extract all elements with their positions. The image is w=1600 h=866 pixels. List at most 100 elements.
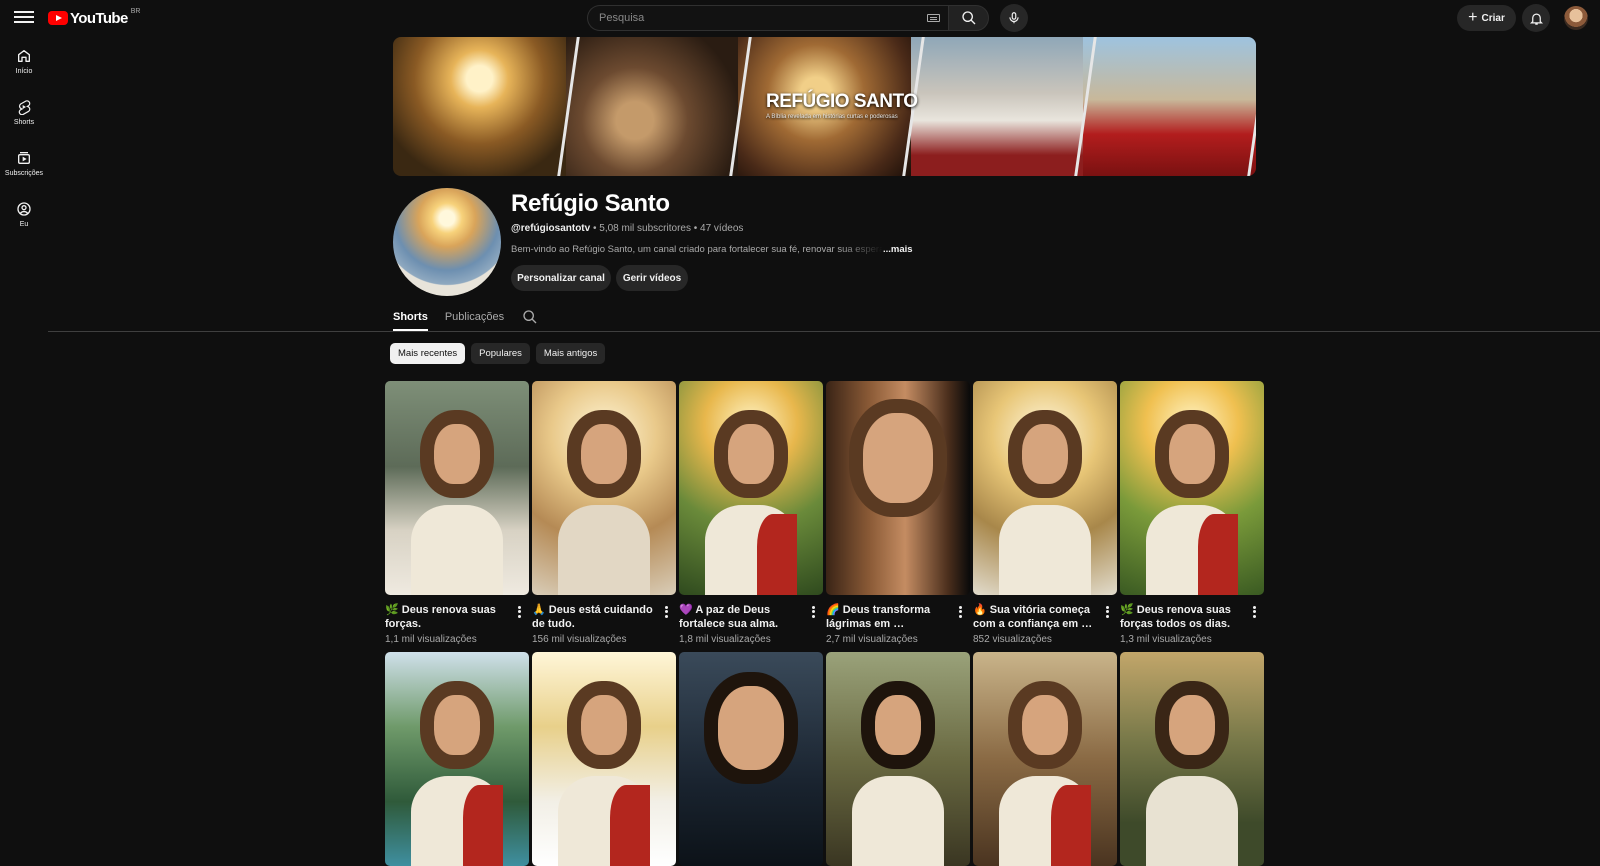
short-views: 2,7 mil visualizações (826, 634, 918, 645)
short-views: 1,8 mil visualizações (679, 634, 771, 645)
subscriptions-icon (18, 152, 30, 164)
description-text: Bem-vindo ao Refúgio Santo, um canal cri… (511, 244, 883, 255)
user-circle-icon (17, 202, 31, 216)
banner-image (1083, 37, 1256, 176)
youtube-logo[interactable]: YouTube BR (48, 7, 141, 27)
short-thumbnail[interactable] (385, 652, 529, 866)
more-actions-icon[interactable] (807, 604, 819, 618)
search-input[interactable] (587, 5, 948, 31)
sidebar-item-home[interactable]: Início (0, 36, 48, 87)
search-icon[interactable] (522, 309, 538, 325)
more-actions-icon[interactable] (513, 604, 525, 618)
short-item: 🌿 Deus renova suas forças. 1,1 mil visua… (385, 381, 529, 645)
sidebar-item-label: Início (15, 68, 33, 75)
video-count: 47 vídeos (700, 223, 744, 234)
shorts-icon (18, 100, 31, 115)
channel-meta: @refúgiosantotv • 5,08 mil subscritores … (511, 223, 743, 234)
banner-text: REFÚGIO SANTO A Bíblia revelada em histó… (766, 91, 966, 120)
channel-description[interactable]: Bem-vindo ao Refúgio Santo, um canal cri… (511, 244, 913, 255)
sidebar-item-subscriptions[interactable]: Subscrições (0, 138, 48, 189)
more-actions-icon[interactable] (954, 604, 966, 618)
banner-image (393, 37, 566, 176)
sidebar-item-you[interactable]: Eu (0, 189, 48, 240)
tabs-divider (48, 331, 1600, 332)
short-title[interactable]: 💜 A paz de Deus fortalece sua alma. (679, 603, 803, 631)
search-button[interactable] (948, 5, 989, 31)
short-item (826, 652, 970, 866)
subscriber-count: 5,08 mil subscritores (599, 223, 691, 234)
sidebar: Início Shorts Subscrições Eu (0, 36, 48, 240)
tab-shorts[interactable]: Shorts (393, 303, 428, 331)
sidebar-item-label: Subscrições (4, 170, 44, 177)
create-label: Criar (1481, 12, 1505, 24)
short-thumbnail[interactable] (385, 381, 529, 595)
short-item (973, 652, 1117, 866)
short-thumbnail[interactable] (532, 652, 676, 866)
short-item: 🌿 Deus renova suas forças todos os dias.… (1120, 381, 1264, 645)
short-title[interactable]: 🔥 Sua vitória começa com a confiança em … (973, 603, 1097, 631)
voice-search-button[interactable] (1000, 4, 1028, 32)
menu-icon[interactable] (14, 8, 34, 28)
short-thumbnail[interactable] (826, 652, 970, 866)
logo-text: YouTube (70, 9, 128, 27)
short-title[interactable]: 🌿 Deus renova suas forças. (385, 603, 509, 631)
more-link[interactable]: ...mais (883, 244, 913, 255)
short-views: 1,1 mil visualizações (385, 634, 477, 645)
tab-posts[interactable]: Publicações (445, 303, 504, 331)
short-views: 1,3 mil visualizações (1120, 634, 1212, 645)
short-thumbnail[interactable] (826, 381, 970, 595)
short-title[interactable]: 🌈 Deus transforma lágrimas em … (826, 603, 950, 631)
country-code: BR (130, 7, 141, 15)
short-item (532, 652, 676, 866)
chip-oldest[interactable]: Mais antigos (535, 343, 606, 364)
chip-latest[interactable]: Mais recentes (390, 343, 466, 364)
keyboard-icon[interactable] (927, 14, 940, 22)
short-item: 💜 A paz de Deus fortalece sua alma. 1,8 … (679, 381, 823, 645)
top-bar: YouTube BR + Criar (0, 0, 1600, 36)
sidebar-item-label: Eu (19, 221, 29, 228)
short-title[interactable]: 🙏 Deus está cuidando de tudo. (532, 603, 656, 631)
bell-icon (1529, 13, 1543, 25)
channel-banner: REFÚGIO SANTO A Bíblia revelada em histó… (393, 37, 1256, 176)
banner-subtitle: A Bíblia revelada em histórias curtas e … (766, 114, 898, 120)
short-item (1120, 652, 1264, 866)
short-item: 🙏 Deus está cuidando de tudo. 156 mil vi… (532, 381, 676, 645)
sidebar-item-label: Shorts (13, 119, 35, 126)
manage-videos-button[interactable]: Gerir vídeos (616, 265, 688, 291)
search-icon (961, 11, 975, 25)
short-thumbnail[interactable] (679, 381, 823, 595)
short-thumbnail[interactable] (973, 381, 1117, 595)
notifications-button[interactable] (1522, 4, 1550, 32)
more-actions-icon[interactable] (1101, 604, 1113, 618)
short-thumbnail[interactable] (1120, 381, 1264, 595)
short-thumbnail[interactable] (532, 381, 676, 595)
home-icon (18, 50, 30, 62)
short-item (385, 652, 529, 866)
short-thumbnail[interactable] (679, 652, 823, 866)
youtube-play-icon (48, 11, 68, 25)
more-actions-icon[interactable] (1248, 604, 1260, 618)
short-title[interactable]: 🌿 Deus renova suas forças todos os dias. (1120, 603, 1244, 631)
sidebar-item-shorts[interactable]: Shorts (0, 87, 48, 138)
microphone-icon (1009, 12, 1019, 24)
sort-chips: Mais recentes Populares Mais antigos (390, 343, 611, 364)
more-actions-icon[interactable] (660, 604, 672, 618)
short-thumbnail[interactable] (973, 652, 1117, 866)
short-item: 🔥 Sua vitória começa com a confiança em … (973, 381, 1117, 645)
chip-popular[interactable]: Populares (471, 343, 530, 364)
short-views: 156 mil visualizações (532, 634, 627, 645)
user-avatar[interactable] (1564, 6, 1588, 30)
customize-channel-button[interactable]: Personalizar canal (511, 265, 611, 291)
plus-icon: + (1468, 9, 1478, 26)
channel-handle: @refúgiosantotv (511, 223, 591, 234)
short-thumbnail[interactable] (1120, 652, 1264, 866)
short-item: 🌈 Deus transforma lágrimas em … 2,7 mil … (826, 381, 970, 645)
create-button[interactable]: + Criar (1457, 5, 1516, 31)
short-views: 852 visualizações (973, 634, 1052, 645)
short-item (679, 652, 823, 866)
channel-avatar[interactable] (393, 188, 501, 296)
channel-name: Refúgio Santo (511, 190, 670, 217)
banner-image (565, 37, 739, 176)
search-bar (587, 5, 989, 31)
banner-title: REFÚGIO SANTO (766, 91, 918, 112)
